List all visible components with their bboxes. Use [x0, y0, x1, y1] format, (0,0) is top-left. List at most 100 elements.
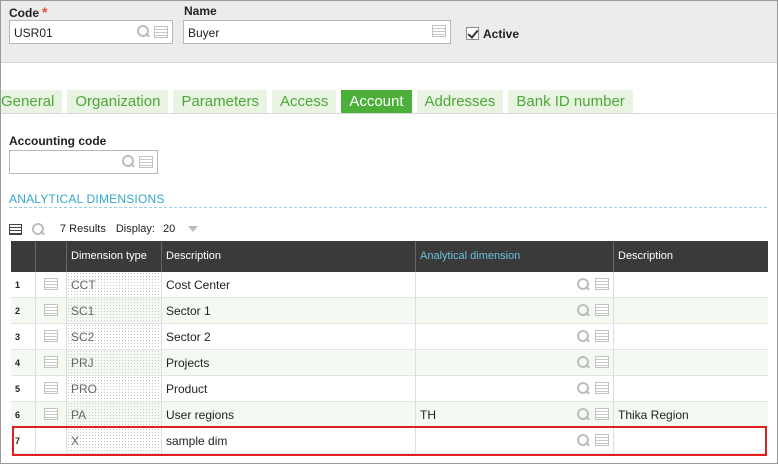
search-icon[interactable] — [577, 278, 590, 291]
search-icon[interactable] — [577, 434, 590, 447]
search-icon[interactable] — [577, 382, 590, 395]
search-icon[interactable] — [32, 222, 45, 236]
code-label: Code * — [9, 4, 48, 20]
display-label: Display: — [115, 223, 155, 235]
dimension-type-cell: PA — [67, 402, 162, 427]
analytical-dimension-value: TH — [420, 408, 436, 422]
tab-addresses[interactable]: Addresses — [416, 90, 504, 114]
selection-list-icon[interactable] — [139, 155, 153, 168]
description-cell: Cost Center — [162, 272, 416, 297]
header-description[interactable]: Description — [162, 241, 416, 272]
description-cell: Projects — [162, 350, 416, 375]
name-field[interactable]: Buyer — [183, 20, 451, 44]
section-title: ANALYTICAL DIMENSIONS — [9, 192, 165, 206]
description-2-cell — [614, 272, 768, 297]
row-action[interactable] — [36, 402, 67, 427]
selection-list-icon[interactable] — [595, 304, 609, 316]
analytical-dimension-cell[interactable] — [416, 298, 614, 323]
dimension-type-cell: PRJ — [67, 350, 162, 375]
display-select[interactable]: 20 — [163, 223, 199, 235]
analytical-dimension-cell[interactable] — [416, 272, 614, 297]
row-number: 6 — [11, 402, 36, 427]
selection-list-icon[interactable] — [595, 434, 609, 446]
row-menu-icon[interactable] — [44, 382, 58, 394]
description-2-cell — [614, 376, 768, 401]
row-menu-icon[interactable] — [44, 330, 58, 342]
row-action[interactable] — [36, 298, 67, 323]
search-icon[interactable] — [577, 408, 590, 421]
description-cell: Sector 2 — [162, 324, 416, 349]
analytical-dimension-cell[interactable] — [416, 376, 614, 401]
tab-organization[interactable]: Organization — [67, 90, 169, 114]
tab-bank-id-number[interactable]: Bank ID number — [508, 90, 633, 114]
tab-account[interactable]: Account — [341, 90, 412, 114]
dimension-type-cell[interactable]: X — [67, 428, 162, 453]
selection-list-icon[interactable] — [595, 356, 609, 368]
description-2-cell — [614, 324, 768, 349]
table-row[interactable]: 1 CCT Cost Center — [11, 272, 768, 298]
search-icon[interactable] — [122, 155, 135, 168]
section-divider — [9, 207, 767, 208]
row-menu-icon[interactable] — [44, 278, 58, 290]
record-header: Code * USR01 Name Buyer Active — [1, 1, 777, 63]
selection-list-icon[interactable] — [595, 330, 609, 342]
search-icon[interactable] — [577, 304, 590, 317]
table-row[interactable]: 7 X sample dim — [11, 428, 768, 454]
description-2-cell — [614, 428, 768, 453]
search-icon[interactable] — [577, 330, 590, 343]
selection-list-icon[interactable] — [595, 382, 609, 394]
row-action[interactable] — [36, 324, 67, 349]
analytical-dimension-cell[interactable] — [416, 428, 614, 453]
description-2-cell — [614, 350, 768, 375]
tab-general[interactable]: General — [1, 90, 63, 114]
search-icon[interactable] — [137, 25, 150, 38]
row-action[interactable] — [36, 350, 67, 375]
header-analytical-dimension[interactable]: Analytical dimension — [416, 241, 614, 272]
header-description-2[interactable]: Description — [614, 241, 768, 272]
accounting-code-label: Accounting code — [9, 134, 107, 148]
search-icon[interactable] — [577, 356, 590, 369]
row-menu-icon[interactable] — [44, 408, 58, 420]
row-action[interactable] — [36, 376, 67, 401]
description-cell: User regions — [162, 402, 416, 427]
selection-list-icon[interactable] — [154, 25, 168, 38]
dimension-type-cell: SC2 — [67, 324, 162, 349]
table-row[interactable]: 5 PRO Product — [11, 376, 768, 402]
dimension-type-cell: PRO — [67, 376, 162, 401]
accounting-code-field[interactable] — [9, 150, 158, 174]
analytical-dimension-cell[interactable] — [416, 324, 614, 349]
row-action[interactable] — [36, 428, 67, 453]
tab-bar: General Organization Parameters Access A… — [1, 90, 638, 114]
analytical-dimension-cell[interactable] — [416, 350, 614, 375]
code-field[interactable]: USR01 — [9, 20, 173, 44]
row-menu-icon[interactable] — [44, 304, 58, 316]
row-number: 7 — [11, 428, 36, 453]
table-row[interactable]: 6 PA User regions TH Thika Region — [11, 402, 768, 428]
dimension-type-cell: CCT — [67, 272, 162, 297]
row-menu-icon[interactable] — [44, 356, 58, 368]
selection-list-icon[interactable] — [432, 25, 446, 37]
header-dimension-type[interactable]: Dimension type — [67, 241, 162, 272]
description-cell: sample dim — [162, 428, 416, 453]
table-row[interactable]: 2 SC1 Sector 1 — [11, 298, 768, 324]
analytical-dimension-cell[interactable]: TH — [416, 402, 614, 427]
name-label: Name — [184, 4, 217, 18]
tab-parameters[interactable]: Parameters — [173, 90, 267, 114]
header-action — [36, 241, 67, 272]
required-mark: * — [42, 4, 48, 20]
list-view-icon[interactable] — [9, 223, 22, 235]
row-action[interactable] — [36, 272, 67, 297]
active-label: Active — [483, 27, 520, 41]
row-number: 1 — [11, 272, 36, 297]
tab-access[interactable]: Access — [271, 90, 337, 114]
row-number: 3 — [11, 324, 36, 349]
description-2-cell: Thika Region — [618, 408, 689, 422]
selection-list-icon[interactable] — [595, 408, 609, 420]
active-checkbox[interactable] — [466, 27, 479, 40]
name-value: Buyer — [188, 26, 220, 40]
table-row[interactable]: 3 SC2 Sector 2 — [11, 324, 768, 350]
analytical-dimensions-grid: Dimension type Description Analytical di… — [11, 241, 768, 454]
table-row[interactable]: 4 PRJ Projects — [11, 350, 768, 376]
selection-list-icon[interactable] — [595, 278, 609, 290]
description-cell: Sector 1 — [162, 298, 416, 323]
